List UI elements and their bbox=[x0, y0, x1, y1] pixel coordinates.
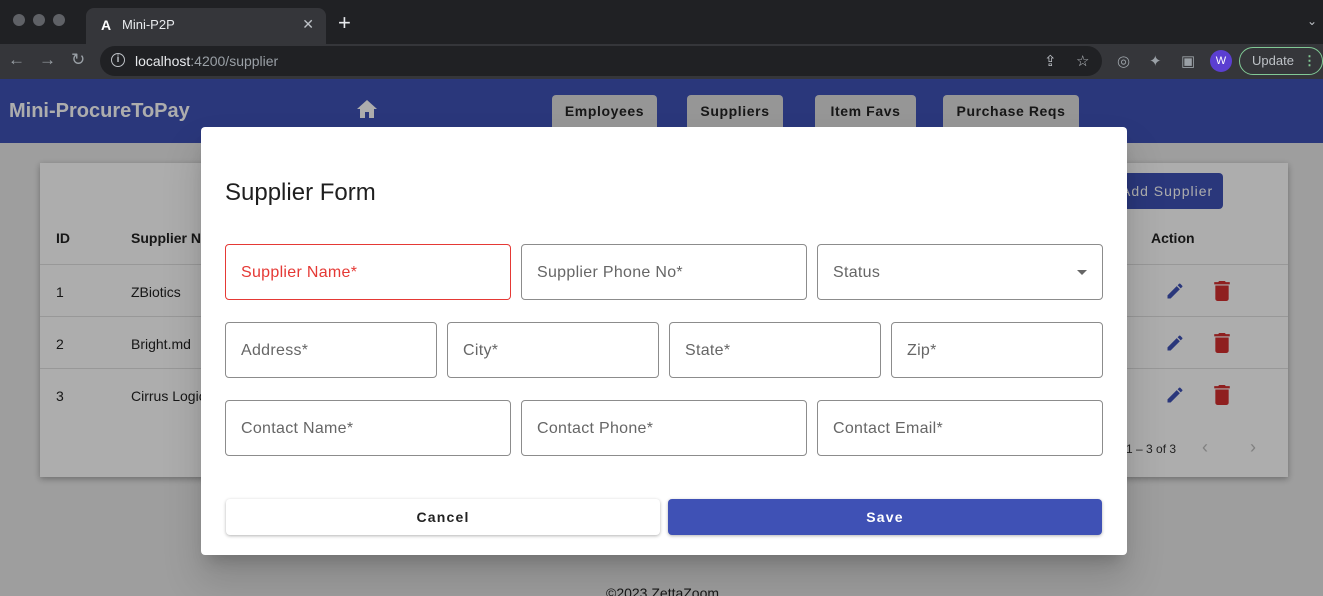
contact-phone-field[interactable]: Contact Phone* bbox=[521, 400, 807, 456]
supplier-name-label: Supplier Name* bbox=[241, 264, 358, 281]
side-panel-icon[interactable]: ▣ bbox=[1181, 52, 1195, 70]
contact-email-field[interactable]: Contact Email* bbox=[817, 400, 1103, 456]
tab-close-icon[interactable]: ✕ bbox=[302, 16, 314, 33]
window-minimize-dot[interactable] bbox=[33, 14, 45, 26]
cancel-button[interactable]: Cancel bbox=[226, 499, 660, 535]
city-label: City* bbox=[463, 342, 499, 359]
kebab-menu-icon: ⋮ bbox=[1303, 53, 1316, 68]
tab-title: Mini-P2P bbox=[122, 17, 175, 32]
site-info-icon[interactable]: i bbox=[111, 53, 125, 67]
window-close-dot[interactable] bbox=[13, 14, 25, 26]
reload-icon[interactable]: ↻ bbox=[71, 50, 85, 70]
status-label: Status bbox=[833, 264, 881, 281]
contact-email-label: Contact Email* bbox=[833, 420, 944, 437]
tab-search-chevron-icon[interactable]: ⌄ bbox=[1307, 14, 1317, 28]
contact-name-label: Contact Name* bbox=[241, 420, 354, 437]
browser-tab-bar: A Mini-P2P ✕ + ⌄ bbox=[0, 0, 1323, 44]
status-select[interactable]: Status bbox=[817, 244, 1103, 300]
contact-name-field[interactable]: Contact Name* bbox=[225, 400, 511, 456]
url-text: localhost:4200/supplier bbox=[135, 53, 279, 69]
star-icon[interactable]: ☆ bbox=[1076, 52, 1089, 70]
share-icon[interactable]: ⇪ bbox=[1044, 52, 1057, 70]
supplier-phone-field[interactable]: Supplier Phone No* bbox=[521, 244, 807, 300]
address-field[interactable]: Address* bbox=[225, 322, 437, 378]
address-label: Address* bbox=[241, 342, 309, 359]
extension-icon[interactable]: ◎ bbox=[1117, 52, 1130, 70]
browser-tab[interactable]: A Mini-P2P ✕ bbox=[86, 8, 326, 44]
angular-favicon-icon: A bbox=[100, 17, 112, 33]
dropdown-arrow-icon bbox=[1077, 270, 1087, 275]
contact-phone-label: Contact Phone* bbox=[537, 420, 654, 437]
new-tab-icon[interactable]: + bbox=[338, 12, 351, 34]
update-button[interactable]: Update ⋮ bbox=[1239, 47, 1323, 75]
extensions-icon[interactable]: ✦ bbox=[1149, 52, 1162, 70]
zip-field[interactable]: Zip* bbox=[891, 322, 1103, 378]
supplier-phone-label: Supplier Phone No* bbox=[537, 264, 683, 281]
supplier-name-field[interactable]: Supplier Name* bbox=[225, 244, 511, 300]
supplier-form-dialog: Supplier Form Supplier Name* Supplier Ph… bbox=[201, 127, 1127, 555]
state-field[interactable]: State* bbox=[669, 322, 881, 378]
back-icon[interactable]: ← bbox=[8, 50, 25, 70]
window-zoom-dot[interactable] bbox=[53, 14, 65, 26]
save-button[interactable]: Save bbox=[668, 499, 1102, 535]
profile-avatar[interactable]: W bbox=[1210, 50, 1232, 72]
city-field[interactable]: City* bbox=[447, 322, 659, 378]
address-bar[interactable]: i localhost:4200/supplier ⇪ ☆ bbox=[100, 46, 1102, 76]
browser-toolbar: ← → ↻ i localhost:4200/supplier ⇪ ☆ ◎ ✦ … bbox=[0, 44, 1323, 79]
forward-icon[interactable]: → bbox=[39, 50, 56, 70]
dialog-title: Supplier Form bbox=[225, 179, 376, 206]
zip-label: Zip* bbox=[907, 342, 937, 359]
state-label: State* bbox=[685, 342, 731, 359]
